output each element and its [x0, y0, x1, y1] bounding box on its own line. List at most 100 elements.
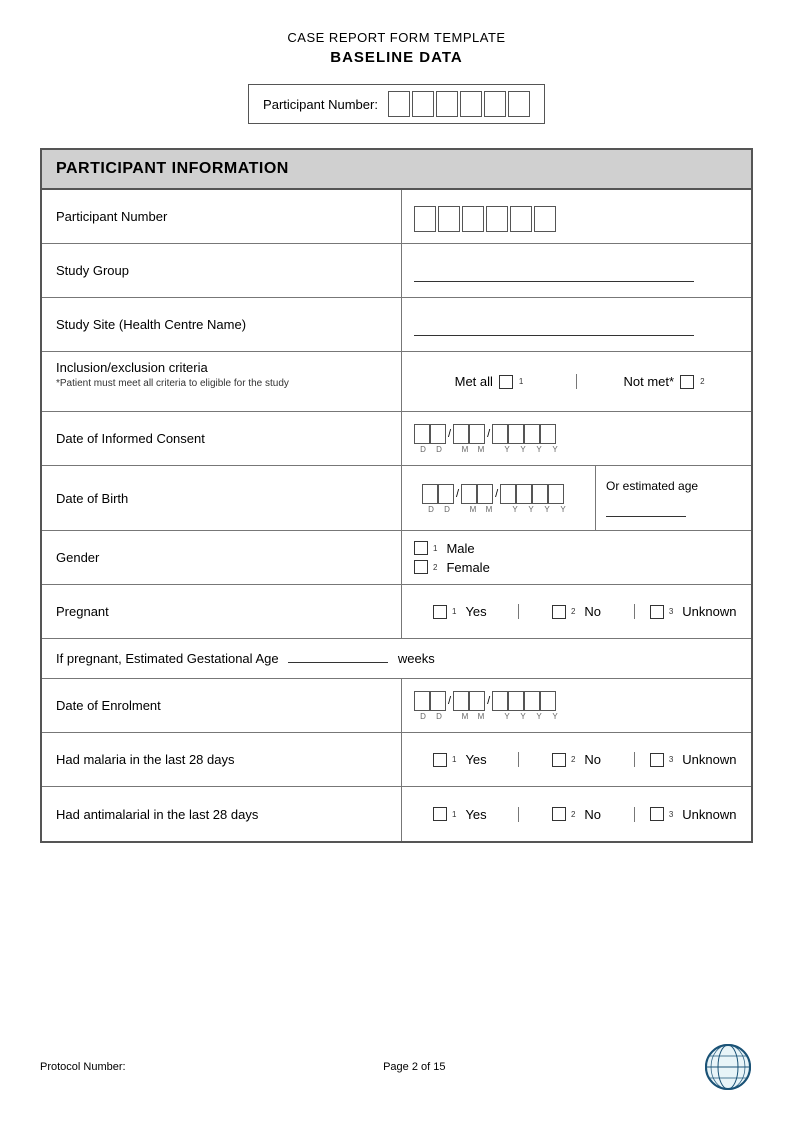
- met-all-checkbox[interactable]: [499, 375, 513, 389]
- dob-y2[interactable]: [516, 484, 532, 504]
- dob-y3[interactable]: [532, 484, 548, 504]
- gestational-field[interactable]: [288, 662, 388, 663]
- top-number-cell-1[interactable]: [388, 91, 410, 117]
- de-y4[interactable]: [540, 691, 556, 711]
- pregnant-yes-checkbox[interactable]: [433, 605, 447, 619]
- dob-d2[interactable]: [438, 484, 454, 504]
- dic-y2[interactable]: [508, 424, 524, 444]
- top-number-cell-6[interactable]: [508, 91, 530, 117]
- dic-label-m: M: [457, 445, 473, 454]
- date-informed-consent-label: Date of Informed Consent: [42, 412, 402, 465]
- pn-cell-3[interactable]: [462, 206, 484, 232]
- dic-y3[interactable]: [524, 424, 540, 444]
- inclusion-row: Inclusion/exclusion criteria *Patient mu…: [42, 352, 751, 412]
- footer: Protocol Number: Page 2 of 15: [40, 1042, 753, 1092]
- dic-y4[interactable]: [540, 424, 556, 444]
- inclusion-content: Met all 1 Not met* 2: [402, 352, 751, 411]
- pn-cell-4[interactable]: [486, 206, 508, 232]
- gestational-suffix: weeks: [398, 651, 435, 666]
- top-participant-number-cells: [388, 91, 530, 117]
- participant-number-cells: [414, 206, 556, 232]
- antimalarial-unknown-option: 3 Unknown: [635, 807, 751, 822]
- dob-y4[interactable]: [548, 484, 564, 504]
- antimalarial-unknown-checkbox[interactable]: [650, 807, 664, 821]
- inclusion-label: Inclusion/exclusion criteria *Patient mu…: [42, 352, 402, 411]
- study-site-field[interactable]: [414, 314, 694, 336]
- pregnant-yes-num: 1: [452, 607, 456, 616]
- top-number-cell-3[interactable]: [436, 91, 458, 117]
- pn-cell-2[interactable]: [438, 206, 460, 232]
- not-met-checkbox[interactable]: [680, 375, 694, 389]
- pregnant-unknown-checkbox[interactable]: [650, 605, 664, 619]
- dob-sep1: /: [456, 488, 459, 500]
- study-site-label: Study Site (Health Centre Name): [42, 298, 402, 351]
- antimalarial-yes-checkbox[interactable]: [433, 807, 447, 821]
- had-malaria-row: Had malaria in the last 28 days 1 Yes 2 …: [42, 733, 751, 787]
- de-m1[interactable]: [453, 691, 469, 711]
- dic-d2[interactable]: [430, 424, 446, 444]
- dic-m1[interactable]: [453, 424, 469, 444]
- study-group-field[interactable]: [414, 260, 694, 282]
- malaria-unknown-checkbox[interactable]: [650, 753, 664, 767]
- had-antimalarial-row: Had antimalarial in the last 28 days 1 Y…: [42, 787, 751, 841]
- met-all-label: Met all: [455, 374, 493, 389]
- date-enrolment-label: Date of Enrolment: [42, 679, 402, 732]
- gender-male-num: 1: [433, 544, 437, 553]
- gender-female-checkbox[interactable]: [414, 560, 428, 574]
- met-all-subscript: 1: [519, 377, 523, 386]
- gestational-prefix: If pregnant, Estimated Gestational Age: [56, 651, 279, 666]
- malaria-ynu-options: 1 Yes 2 No 3 Unknown: [402, 752, 751, 767]
- de-d2[interactable]: [430, 691, 446, 711]
- dob-d1[interactable]: [422, 484, 438, 504]
- dob-m1[interactable]: [461, 484, 477, 504]
- dic-label-d: D: [415, 445, 431, 454]
- inclusion-not-met: Not met* 2: [577, 374, 751, 389]
- estimated-age-field[interactable]: [606, 499, 686, 517]
- dic-d1[interactable]: [414, 424, 430, 444]
- pn-cell-5[interactable]: [510, 206, 532, 232]
- top-number-cell-2[interactable]: [412, 91, 434, 117]
- pn-cell-1[interactable]: [414, 206, 436, 232]
- malaria-yes-checkbox[interactable]: [433, 753, 447, 767]
- gender-male-option: 1 Male: [414, 541, 490, 556]
- de-y3[interactable]: [524, 691, 540, 711]
- study-group-row: Study Group: [42, 244, 751, 298]
- date-birth-row: Date of Birth / /: [42, 466, 751, 531]
- malaria-yes-num: 1: [452, 755, 456, 764]
- dob-date-field: / / D D M: [402, 466, 596, 530]
- dob-m2[interactable]: [477, 484, 493, 504]
- dob-sep2: /: [495, 488, 498, 500]
- pregnant-yes-option: 1 Yes: [402, 604, 519, 619]
- dic-label-y1: Y: [499, 445, 515, 454]
- malaria-no-checkbox[interactable]: [552, 753, 566, 767]
- de-m2[interactable]: [469, 691, 485, 711]
- gender-female-num: 2: [433, 563, 437, 572]
- antimalarial-no-checkbox[interactable]: [552, 807, 566, 821]
- de-d1[interactable]: [414, 691, 430, 711]
- not-met-subscript: 2: [700, 377, 704, 386]
- inclusion-met-all: Met all 1: [402, 374, 577, 389]
- dic-m2[interactable]: [469, 424, 485, 444]
- had-antimalarial-label: Had antimalarial in the last 28 days: [42, 787, 402, 841]
- top-number-cell-4[interactable]: [460, 91, 482, 117]
- had-antimalarial-content: 1 Yes 2 No 3 Unknown: [402, 787, 751, 841]
- dic-label-y2: Y: [515, 445, 531, 454]
- gender-label: Gender: [42, 531, 402, 584]
- top-number-cell-5[interactable]: [484, 91, 506, 117]
- gender-male-checkbox[interactable]: [414, 541, 428, 555]
- study-group-content: [402, 244, 751, 297]
- de-y1[interactable]: [492, 691, 508, 711]
- pn-cell-6[interactable]: [534, 206, 556, 232]
- pregnant-content: 1 Yes 2 No 3 Unknown: [402, 585, 751, 638]
- de-y2[interactable]: [508, 691, 524, 711]
- gender-options: 1 Male 2 Female: [414, 541, 490, 575]
- had-malaria-content: 1 Yes 2 No 3 Unknown: [402, 733, 751, 786]
- dic-y1[interactable]: [492, 424, 508, 444]
- gender-male-label: Male: [446, 541, 474, 556]
- pregnant-no-checkbox[interactable]: [552, 605, 566, 619]
- footer-logo: [703, 1042, 753, 1092]
- dob-estimated-age: Or estimated age: [596, 466, 751, 530]
- date-informed-consent-content: / / D D M M: [402, 412, 751, 465]
- dob-y1[interactable]: [500, 484, 516, 504]
- antimalarial-unknown-num: 3: [669, 810, 673, 819]
